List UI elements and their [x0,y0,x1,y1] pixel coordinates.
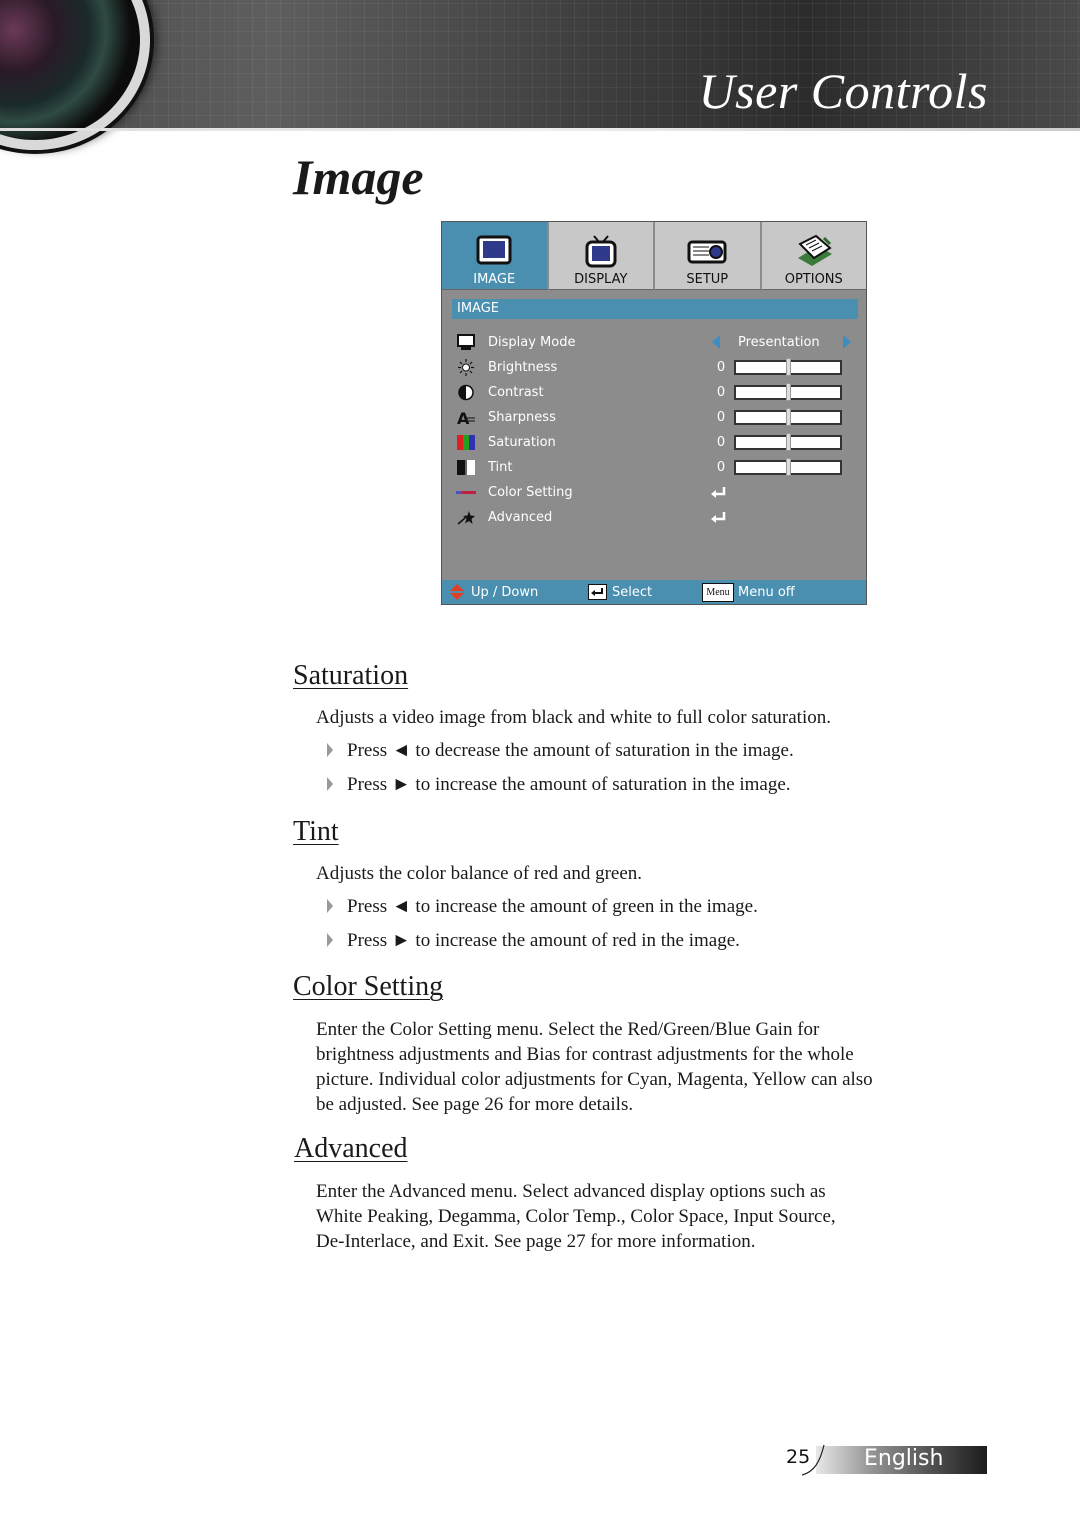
saturation-bullet: Press ► to increase the amount of satura… [327,774,791,796]
tab-options[interactable]: OPTIONS [761,222,866,290]
sun-icon [458,359,474,376]
advanced-line: White Peaking, Degamma, Color Temp., Col… [316,1206,836,1227]
menu-item-display-mode[interactable]: Display Mode Presentation [456,332,856,354]
tab-setup[interactable]: SETUP [655,222,762,290]
menu-item-label: Sharpness [488,410,556,425]
advanced-icon [457,511,475,525]
menu-item-saturation[interactable]: Saturation 0 [456,432,856,454]
updown-hint: Up / Down [471,585,539,600]
slider-value: 0 [716,410,726,425]
menu-item-label: Display Mode [488,335,576,350]
slider-value: 0 [716,460,726,475]
osd-menu: IMAGE DISPLAY SETUP OPTIONS IMAGE Displa… [441,221,867,605]
enter-icon[interactable] [708,509,728,525]
menu-item-label: Tint [488,460,513,475]
sharpness-slider[interactable] [734,408,842,426]
bullet-arrow-icon [327,777,333,791]
saturation-bullet: Press ◄ to decrease the amount of satura… [327,740,794,762]
tint-description: Adjusts the color balance of red and gre… [316,863,643,884]
osd-footer: Up / Down Select Menu Menu off [442,580,866,604]
menu-item-label: Color Setting [488,485,573,500]
saturation-slider[interactable] [734,433,842,451]
color-setting-line: Enter the Color Setting menu. Select the… [316,1019,820,1040]
heading-color-setting: Color Setting [293,971,444,1002]
tint-icon [457,460,475,475]
heading-advanced: Advanced [294,1133,408,1164]
color-bars-icon [457,435,475,450]
tint-slider[interactable] [734,458,842,476]
menu-item-advanced[interactable]: Advanced [456,507,856,529]
tab-image[interactable]: IMAGE [442,222,549,290]
menu-item-label: Contrast [488,385,544,400]
page-footer-tab: 25 English [786,1444,987,1476]
monitor-icon [457,334,475,350]
advanced-line: Enter the Advanced menu. Select advanced… [316,1181,826,1202]
tint-bullet: Press ◄ to increase the amount of green … [327,896,758,918]
tab-label: IMAGE [473,272,516,287]
tab-display[interactable]: DISPLAY [548,222,655,290]
page-title: Image [293,149,424,205]
bullet-arrow-icon [327,933,333,947]
up-down-icon [450,584,464,600]
banner-divider [0,128,1080,131]
tv-icon [585,235,617,268]
menu-key-icon: Menu [702,583,734,602]
bullet-arrow-icon [327,899,333,913]
advanced-line: De-Interlace, and Exit. See page 27 for … [316,1231,756,1252]
slider-thumb[interactable] [786,433,791,451]
menu-item-label: Advanced [488,510,553,525]
arrow-left-icon[interactable] [712,335,720,349]
osd-tabs: IMAGE DISPLAY SETUP OPTIONS [442,222,866,290]
select-hint: Select [612,585,653,600]
color-setting-icon [456,491,476,494]
slider-thumb[interactable] [786,458,791,476]
contrast-slider[interactable] [734,383,842,401]
saturation-description: Adjusts a video image from black and whi… [316,707,831,728]
contrast-icon [458,384,474,401]
slider-value: 0 [716,435,726,450]
header-banner: User Controls [0,0,1080,150]
color-setting-line: brightness adjustments and Bias for cont… [316,1044,854,1065]
banner-title: User Controls [698,63,988,119]
menu-item-sharpness[interactable]: A Sharpness 0 [456,407,856,429]
tint-bullet: Press ► to increase the amount of red in… [327,930,740,952]
menu-item-color-setting[interactable]: Color Setting [456,482,856,504]
menu-off-hint: Menu off [738,585,795,600]
monitor-icon [476,235,512,265]
language-label: English [864,1446,944,1471]
slider-thumb[interactable] [786,408,791,426]
slider-value: 0 [716,360,726,375]
sharpness-icon: A [457,409,475,426]
enter-key-icon [588,584,607,600]
heading-saturation: Saturation [293,660,409,691]
bullet-arrow-icon [327,743,333,757]
brightness-slider[interactable] [734,358,842,376]
menu-item-brightness[interactable]: Brightness 0 [456,357,856,379]
heading-tint: Tint [293,816,339,847]
arrow-right-icon[interactable] [843,335,851,349]
slider-thumb[interactable] [786,358,791,376]
menu-item-contrast[interactable]: Contrast 0 [456,382,856,404]
color-setting-line: be adjusted. See page 26 for more detail… [316,1094,634,1115]
display-mode-value: Presentation [738,335,820,350]
tab-label: DISPLAY [574,272,628,287]
menu-item-tint[interactable]: Tint 0 [456,457,856,479]
page-number: 25 [786,1446,811,1468]
menu-item-label: Saturation [488,435,556,450]
slider-thumb[interactable] [786,383,791,401]
slider-value: 0 [716,385,726,400]
tab-label: OPTIONS [784,272,843,287]
notepad-icon [797,234,832,266]
menu-item-label: Brightness [488,360,558,375]
projector-icon [687,240,727,264]
color-setting-line: picture. Individual color adjustments fo… [316,1069,873,1090]
enter-icon[interactable] [708,484,728,500]
osd-section-title: IMAGE [452,299,858,319]
tab-label: SETUP [686,272,729,287]
